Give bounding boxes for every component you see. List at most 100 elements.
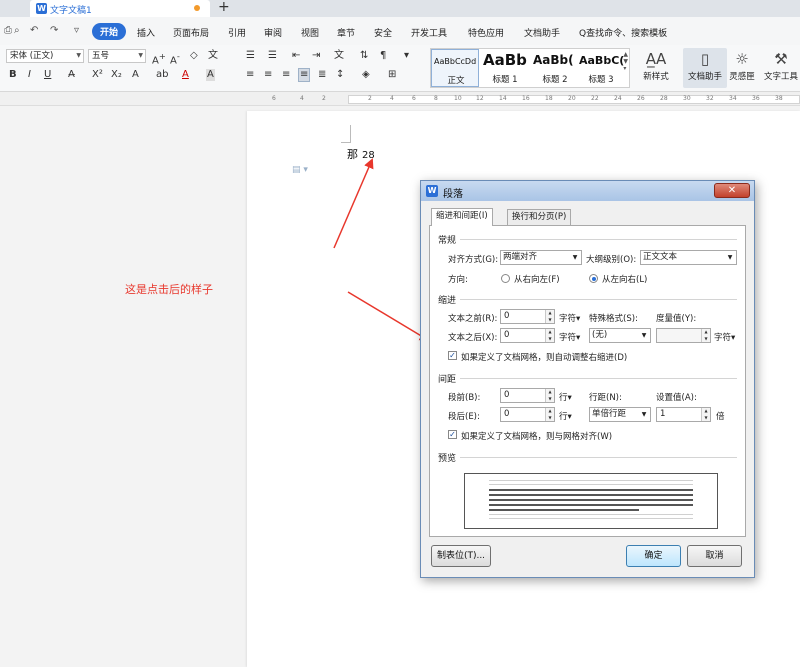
text-tools-button[interactable]: ⚒ 文字工具 — [762, 48, 800, 88]
cancel-button[interactable]: 取消 — [687, 545, 742, 567]
inspiration-button[interactable]: ☼ 灵感匣 — [722, 48, 762, 88]
spinner-icon[interactable]: ▲ ▼ — [701, 408, 710, 421]
char-shading-icon[interactable]: A — [206, 69, 215, 81]
horizontal-ruler[interactable]: 6 4 2 2 4 6 8 10 12 14 16 18 20 22 24 26… — [0, 92, 800, 106]
spacing-after-input[interactable]: 0 ▲ ▼ — [500, 407, 555, 422]
spacing-unit[interactable]: 行▾ — [559, 410, 572, 422]
font-name-select[interactable]: 宋体 (正文) ▼ — [6, 49, 84, 63]
tabs-button[interactable]: 制表位(T)... — [431, 545, 491, 567]
print-preview-icon[interactable]: ⎙ — [4, 25, 12, 36]
menu-special[interactable]: 特色应用 — [468, 26, 504, 39]
increase-indent-icon[interactable]: ⇥ — [312, 50, 320, 62]
grow-font-icon[interactable]: A+ — [152, 50, 166, 67]
line-spacing-icon[interactable]: ↕ — [336, 69, 344, 81]
outline-level-select[interactable]: 正文文本 ▼ — [640, 250, 737, 265]
line-spacing-select[interactable]: 单倍行距 ▼ — [589, 407, 651, 422]
spacing-unit[interactable]: 行▾ — [559, 391, 572, 403]
tab-indent-spacing[interactable]: 缩进和间距(I) — [431, 208, 493, 226]
menu-developer[interactable]: 开发工具 — [411, 26, 447, 39]
superscript-icon[interactable]: X² — [92, 69, 103, 81]
distribute-icon[interactable]: ≣ — [318, 69, 326, 81]
indent-unit[interactable]: 字符▾ — [559, 312, 580, 324]
menu-home[interactable]: 开始 — [92, 23, 127, 40]
close-button[interactable]: ✕ — [714, 183, 750, 198]
style-heading-2[interactable]: AaBb( 标题 2 — [531, 49, 579, 87]
preview-prev-paragraph-line — [489, 484, 693, 485]
ok-button[interactable]: 确定 — [626, 545, 681, 567]
spinner-icon[interactable]: ▲ ▼ — [545, 408, 554, 421]
bullets-icon[interactable]: ☰ — [246, 50, 255, 62]
highlight-icon[interactable]: ab — [156, 69, 168, 81]
clear-format-icon[interactable]: ◇ — [190, 50, 198, 62]
menu-chapter[interactable]: 章节 — [337, 26, 355, 39]
search-doc-icon[interactable]: ⌕ — [14, 25, 20, 36]
align-center-icon[interactable]: ≡ — [264, 69, 272, 81]
style-normal[interactable]: AaBbCcDd 正文 — [431, 49, 479, 87]
shrink-font-icon[interactable]: A- — [170, 50, 180, 67]
new-style-button[interactable]: A̲A 新样式 — [634, 48, 678, 88]
spinner-icon[interactable]: ▲ ▼ — [545, 310, 554, 323]
section-divider — [460, 378, 737, 379]
shading-icon[interactable]: ◈ — [362, 69, 370, 81]
undo-icon[interactable]: ↶ — [30, 25, 38, 36]
command-search[interactable]: Q查找命令、搜索模板 — [579, 26, 667, 39]
chinese-layout-icon[interactable]: 文 — [334, 50, 344, 62]
alignment-select[interactable]: 两端对齐 ▼ — [500, 250, 582, 265]
font-color-icon[interactable]: A — [182, 69, 189, 81]
menu-doc-assistant[interactable]: 文档助手 — [524, 26, 560, 39]
show-marks-icon[interactable]: ¶ — [380, 50, 386, 62]
ruler-tick: 6 — [412, 95, 416, 102]
borders-icon[interactable]: ⊞ — [388, 69, 396, 81]
justify-icon[interactable]: ≡ — [298, 68, 311, 82]
ltr-radio[interactable] — [589, 274, 598, 283]
spinner-icon[interactable]: ▲ ▼ — [545, 389, 554, 402]
customize-icon[interactable]: ▿ — [74, 25, 79, 36]
rtl-radio[interactable] — [501, 274, 510, 283]
title-bar: W 文字文稿1 + — [0, 0, 800, 17]
menu-insert[interactable]: 插入 — [137, 26, 155, 39]
font-size-select[interactable]: 五号 ▼ — [88, 49, 146, 63]
align-right-icon[interactable]: ≡ — [282, 69, 290, 81]
menu-review[interactable]: 审阅 — [264, 26, 282, 39]
spacing-before-input[interactable]: 0 ▲ ▼ — [500, 388, 555, 403]
snap-to-grid-checkbox[interactable]: ✓ — [448, 430, 457, 439]
preview-text-line — [489, 489, 693, 491]
doc-assistant-button[interactable]: ▯ 文档助手 — [683, 48, 727, 88]
style-heading-3[interactable]: AaBbC( 标题 3 — [577, 49, 625, 87]
tab-line-page-breaks[interactable]: 换行和分页(P) — [507, 209, 572, 225]
underline-icon[interactable]: U — [44, 69, 51, 81]
measure-unit[interactable]: 字符▾ — [714, 331, 735, 343]
new-tab-button[interactable]: + — [218, 0, 230, 15]
style-heading-1[interactable]: AaBb 标题 1 — [481, 49, 529, 87]
setting-value-input[interactable]: 1 ▲ ▼ — [656, 407, 711, 422]
menu-security[interactable]: 安全 — [374, 26, 392, 39]
paragraph-layout-icon[interactable]: ▤ ▾ — [292, 165, 308, 175]
menu-references[interactable]: 引用 — [228, 26, 246, 39]
menu-view[interactable]: 视图 — [301, 26, 319, 39]
decrease-indent-icon[interactable]: ⇤ — [292, 50, 300, 62]
numbering-icon[interactable]: ☰ — [268, 50, 277, 62]
spinner-icon[interactable]: ▲ ▼ — [701, 329, 710, 342]
align-left-icon[interactable]: ≡ — [246, 69, 254, 81]
bold-icon[interactable]: B — [9, 69, 17, 81]
text-effect-icon[interactable]: A — [132, 69, 139, 81]
menu-page-layout[interactable]: 页面布局 — [173, 26, 209, 39]
indent-before-input[interactable]: 0 ▲ ▼ — [500, 309, 555, 324]
indent-unit[interactable]: 字符▾ — [559, 331, 580, 343]
strikethrough-icon[interactable]: A̶ — [68, 69, 75, 81]
document-tab[interactable]: W 文字文稿1 — [30, 0, 210, 17]
indent-after-input[interactable]: 0 ▲ ▼ — [500, 328, 555, 343]
redo-icon[interactable]: ↷ — [50, 25, 58, 36]
measure-input[interactable]: ▲ ▼ — [656, 328, 711, 343]
gallery-scroll-icon[interactable]: ▲ ▼ ▾ — [623, 51, 628, 72]
auto-adjust-checkbox[interactable]: ✓ — [448, 351, 457, 360]
special-format-select[interactable]: (无) ▼ — [589, 328, 651, 343]
dialog-title-bar[interactable]: W 段落 ✕ — [421, 181, 754, 201]
subscript-icon[interactable]: X₂ — [111, 69, 122, 81]
phonetic-icon[interactable]: 文 — [208, 50, 218, 62]
ruler-tick: 36 — [752, 95, 760, 102]
spinner-icon[interactable]: ▲ ▼ — [545, 329, 554, 342]
borders-dropdown-icon[interactable]: ▾ — [404, 50, 409, 62]
italic-icon[interactable]: I — [28, 69, 31, 81]
sort-icon[interactable]: ⇅ — [360, 50, 368, 62]
